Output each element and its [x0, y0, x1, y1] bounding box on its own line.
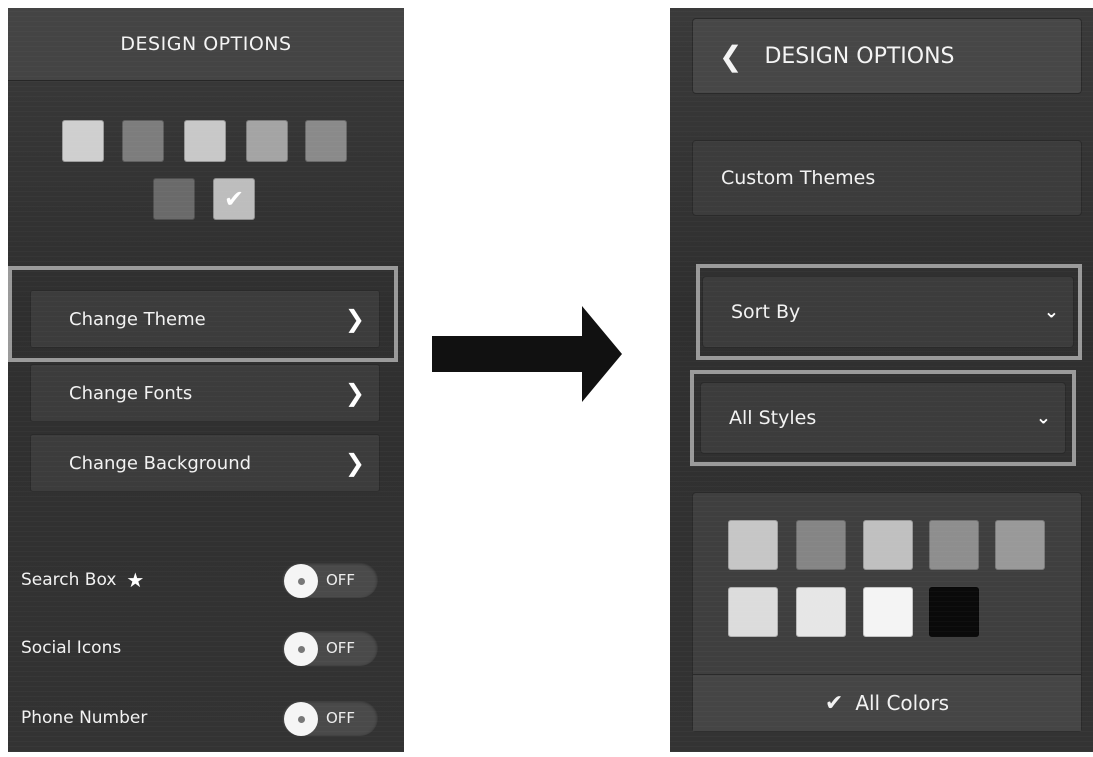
change-theme-button[interactable]: Change Theme ❯: [30, 290, 380, 348]
search-box-label: Search Box: [21, 570, 117, 590]
color-swatch[interactable]: [796, 520, 846, 570]
change-fonts-label: Change Fonts: [69, 382, 193, 404]
arrow-right-icon: [432, 306, 622, 402]
social-icons-toggle[interactable]: OFF: [282, 630, 378, 666]
color-swatch[interactable]: [863, 520, 913, 570]
check-icon: ✔: [824, 690, 844, 716]
sort-by-label: Sort By: [731, 301, 801, 323]
toggle-knob: [284, 564, 318, 598]
change-background-button[interactable]: Change Background ❯: [30, 434, 380, 492]
theme-swatch[interactable]: [122, 120, 164, 162]
chevron-down-icon: ⌄: [1035, 407, 1051, 429]
color-swatch[interactable]: [728, 520, 778, 570]
chevron-right-icon: ❯: [344, 449, 365, 477]
design-options-subpanel: ❮ DESIGN OPTIONS Custom Themes Sort By ⌄…: [670, 8, 1093, 752]
search-box-toggle[interactable]: OFF: [282, 562, 378, 598]
all-styles-label: All Styles: [729, 407, 817, 429]
panel-title: DESIGN OPTIONS: [764, 43, 955, 69]
color-swatch[interactable]: [863, 587, 913, 637]
toggle-knob: [284, 702, 318, 736]
theme-swatch[interactable]: [153, 178, 195, 220]
toggle-state: OFF: [326, 639, 356, 657]
social-icons-label: Social Icons: [21, 638, 122, 658]
panel-title: DESIGN OPTIONS: [8, 8, 404, 81]
chevron-right-icon: ❯: [344, 305, 365, 333]
check-icon: ✔: [223, 185, 245, 213]
toggle-knob: [284, 632, 318, 666]
all-colors-button[interactable]: ✔ All Colors: [693, 674, 1081, 731]
theme-swatch[interactable]: [305, 120, 347, 162]
theme-swatch[interactable]: [246, 120, 288, 162]
change-background-label: Change Background: [69, 452, 252, 474]
custom-themes-label: Custom Themes: [721, 167, 876, 189]
color-filter-card: ✔ All Colors: [692, 492, 1082, 732]
design-options-panel: DESIGN OPTIONS ✔ Change Theme ❯ Change F…: [8, 8, 404, 752]
toggle-state: OFF: [326, 709, 356, 727]
theme-swatch[interactable]: [62, 120, 104, 162]
custom-themes-button[interactable]: Custom Themes: [692, 140, 1082, 216]
search-box-row: Search Box ★ OFF: [8, 560, 404, 600]
toggle-state: OFF: [326, 571, 356, 589]
chevron-down-icon: ⌄: [1043, 301, 1059, 323]
color-swatch[interactable]: [995, 520, 1045, 570]
change-theme-label: Change Theme: [69, 308, 206, 330]
all-colors-label: All Colors: [855, 691, 950, 715]
sort-by-dropdown[interactable]: Sort By ⌄: [702, 276, 1074, 348]
color-swatch[interactable]: [728, 587, 778, 637]
theme-swatch[interactable]: [184, 120, 226, 162]
color-swatch[interactable]: [796, 587, 846, 637]
phone-number-label: Phone Number: [21, 708, 148, 728]
chevron-left-icon: ❮: [719, 39, 743, 73]
social-icons-row: Social Icons OFF: [8, 628, 404, 668]
color-swatch[interactable]: [929, 520, 979, 570]
back-button[interactable]: ❮ DESIGN OPTIONS: [692, 18, 1082, 94]
phone-number-toggle[interactable]: OFF: [282, 700, 378, 736]
all-styles-dropdown[interactable]: All Styles ⌄: [700, 382, 1066, 454]
theme-swatch-selected[interactable]: ✔: [213, 178, 255, 220]
color-swatch[interactable]: [929, 587, 979, 637]
change-fonts-button[interactable]: Change Fonts ❯: [30, 364, 380, 422]
phone-number-row: Phone Number OFF: [8, 698, 404, 738]
star-icon: ★: [126, 568, 145, 592]
chevron-right-icon: ❯: [344, 379, 365, 407]
